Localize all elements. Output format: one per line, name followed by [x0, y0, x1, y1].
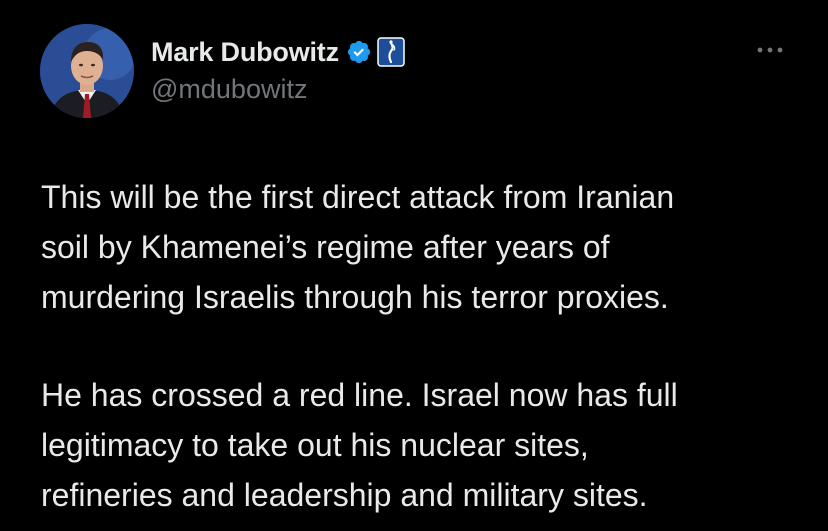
tweet-card: Mark Dubowitz @mdubowitz This will be th…: [0, 0, 828, 531]
author-name-row: Mark Dubowitz: [151, 34, 405, 70]
author-info: Mark Dubowitz @mdubowitz: [151, 34, 405, 114]
author-display-name[interactable]: Mark Dubowitz: [151, 37, 339, 68]
tweet-paragraph: He has crossed a red line. Israel now ha…: [41, 370, 801, 520]
tweet-line: refineries and leadership and military s…: [41, 477, 648, 513]
author-handle[interactable]: @mdubowitz: [151, 74, 405, 105]
tweet-text: This will be the first direct attack fro…: [41, 172, 801, 520]
tweet-line: soil by Khamenei’s regime after years of: [41, 229, 610, 265]
more-options-button[interactable]: [752, 38, 788, 62]
tweet-paragraph: This will be the first direct attack fro…: [41, 172, 801, 322]
tweet-line: This will be the first direct attack fro…: [41, 179, 675, 215]
verified-badge-icon[interactable]: [346, 39, 372, 65]
tweet-line: He has crossed a red line. Israel now ha…: [41, 377, 678, 413]
tweet-line: murdering Israelis through his terror pr…: [41, 279, 669, 315]
affiliate-logo-icon[interactable]: [377, 37, 405, 67]
tweet-line: legitimacy to take out his nuclear sites…: [41, 427, 589, 463]
avatar-image: [40, 24, 134, 118]
more-dots-icon: [757, 47, 783, 53]
avatar[interactable]: [40, 24, 134, 118]
